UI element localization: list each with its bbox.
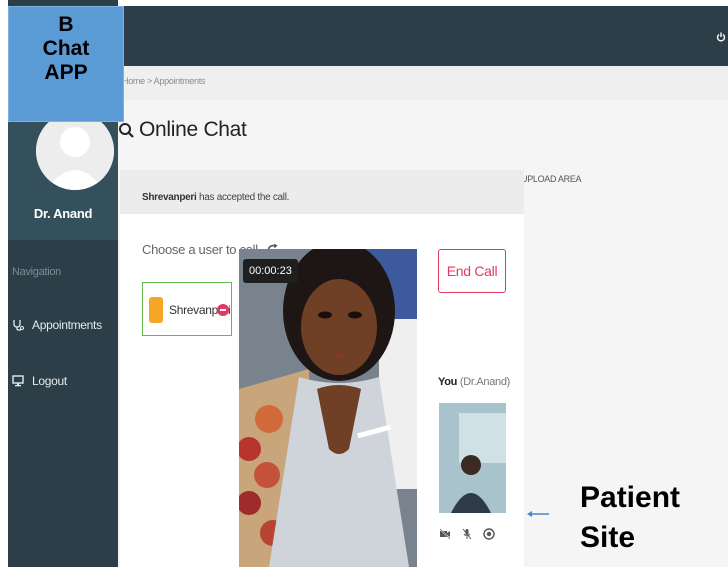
remote-video-frame — [239, 249, 417, 567]
top-bar — [118, 6, 728, 66]
sidebar-item-label: Logout — [32, 374, 67, 388]
upload-area-label: UPLOAD AREA — [521, 174, 582, 184]
remote-video: 00:00:23 — [239, 249, 417, 567]
call-panel: Choose a user to call Shrevanperi 00:00:… — [120, 214, 524, 567]
record-icon[interactable] — [483, 528, 495, 540]
avatar — [36, 112, 114, 190]
video-off-icon[interactable] — [439, 528, 451, 540]
power-icon[interactable] — [716, 32, 726, 42]
avatar-placeholder-icon — [36, 112, 114, 190]
self-label-name: (Dr.Anand) — [459, 376, 511, 388]
self-label-prefix: You — [438, 376, 458, 388]
search-icon — [119, 122, 134, 138]
stethoscope-icon — [13, 320, 24, 331]
call-status-bar: Shrevanperi has accepted the call. — [120, 170, 524, 214]
mic-off-icon[interactable] — [461, 528, 473, 540]
badge-line: APP — [44, 61, 88, 84]
annotation-arrow-icon — [527, 511, 549, 517]
page-title: Online Chat — [118, 118, 247, 142]
local-video-frame — [439, 403, 506, 513]
sidebar-item-logout[interactable]: Logout — [12, 374, 67, 388]
remove-user-icon[interactable] — [217, 304, 229, 316]
badge-line: B — [58, 13, 74, 36]
nav-label: Navigation — [12, 266, 61, 278]
sidebar-item-appointments[interactable]: Appointments — [12, 318, 102, 332]
user-card[interactable]: Shrevanperi — [142, 282, 232, 336]
monitor-icon — [12, 375, 24, 387]
user-avatar — [149, 297, 163, 323]
annotation-line: Site — [580, 521, 636, 554]
breadcrumb-bar: Home > Appointments — [118, 66, 728, 100]
breadcrumb[interactable]: Home > Appointments — [122, 76, 205, 86]
call-timer: 00:00:23 — [243, 259, 298, 283]
media-controls — [439, 528, 495, 540]
badge-line: Chat — [42, 37, 90, 60]
status-message: has accepted the call. — [196, 192, 290, 203]
sidebar-item-label: Appointments — [32, 318, 102, 332]
call-status-text: Shrevanperi has accepted the call. — [142, 192, 289, 203]
page-title-text: Online Chat — [139, 118, 247, 141]
patient-site-annotation: Patient Site — [580, 478, 680, 558]
app-badge: B Chat APP — [8, 6, 124, 122]
local-video — [439, 403, 506, 513]
self-label: You (Dr.Anand) — [438, 376, 510, 388]
end-call-button[interactable]: End Call — [438, 249, 506, 293]
doctor-name: Dr. Anand — [33, 206, 93, 221]
annotation-line: Patient — [580, 481, 681, 514]
status-user: Shrevanperi — [142, 192, 197, 203]
